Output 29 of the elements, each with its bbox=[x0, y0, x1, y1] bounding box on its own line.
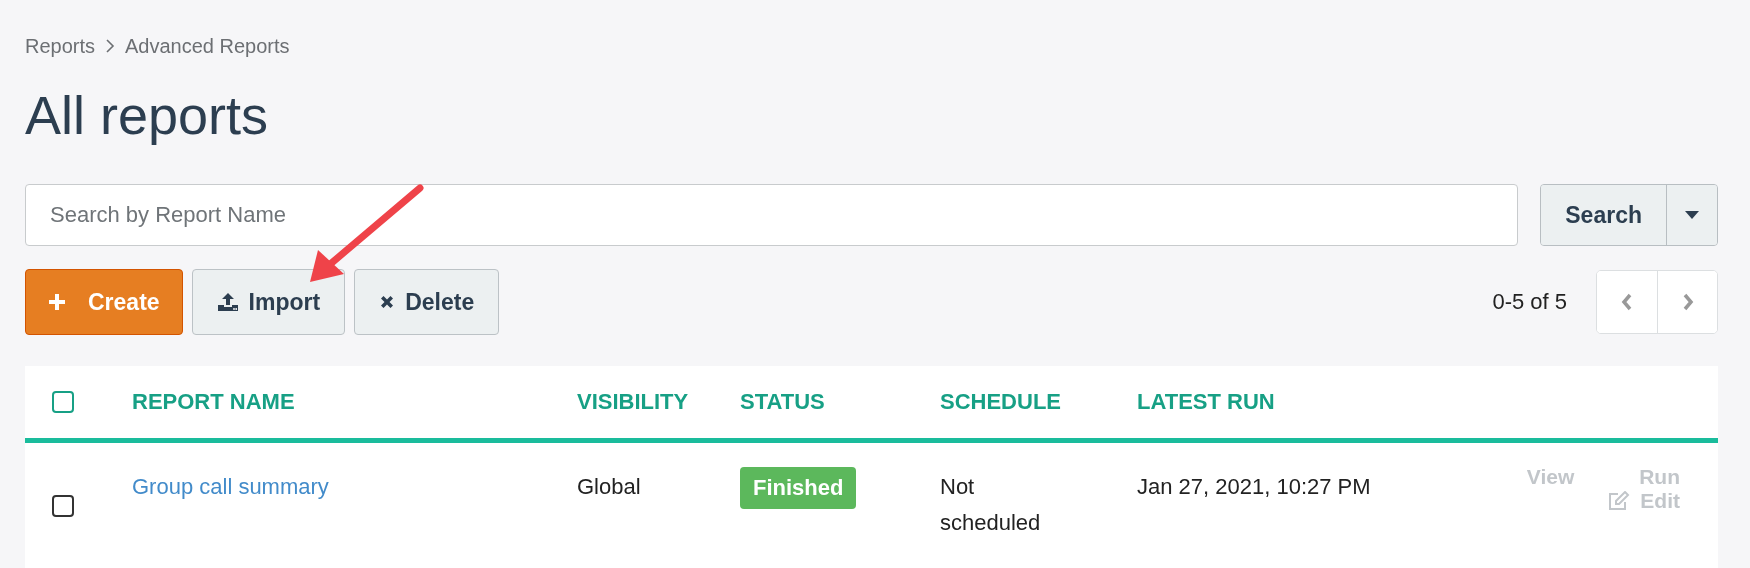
delete-button[interactable]: Delete bbox=[354, 269, 500, 335]
report-link[interactable]: Group call summary bbox=[132, 474, 329, 499]
pagination-range: 0-5 of 5 bbox=[1492, 289, 1567, 315]
visibility-text: Global bbox=[577, 473, 642, 501]
chevron-left-icon bbox=[1620, 293, 1634, 311]
chevron-right-icon bbox=[105, 39, 116, 53]
status-badge: Finished bbox=[740, 467, 857, 509]
plus-icon bbox=[48, 293, 66, 311]
close-icon bbox=[379, 294, 396, 310]
select-all-checkbox[interactable] bbox=[52, 391, 74, 413]
upload-icon bbox=[216, 292, 239, 312]
breadcrumb-link[interactable]: Advanced Reports bbox=[125, 34, 290, 58]
column-header: SCHEDULE bbox=[940, 389, 1062, 415]
search-field[interactable]: Search by Report Name bbox=[25, 184, 1519, 246]
breadcrumb-link[interactable]: Reports bbox=[25, 34, 96, 58]
column-header: VISIBILITY bbox=[577, 389, 690, 415]
caret-down-icon bbox=[1685, 211, 1699, 219]
create-button[interactable]: Create bbox=[25, 269, 183, 335]
dropdown-toggle[interactable] bbox=[1666, 185, 1717, 245]
column-header: REPORT NAME bbox=[132, 389, 296, 415]
column-header: LATEST RUN bbox=[1137, 389, 1276, 415]
latest-run-text: Jan 27, 2021, 10:27 PM bbox=[1137, 473, 1371, 501]
schedule-text: Not scheduled bbox=[940, 473, 1042, 537]
next-page-button[interactable] bbox=[1657, 271, 1717, 333]
pencil-icon bbox=[1608, 491, 1631, 511]
page-title: All reports bbox=[25, 84, 270, 147]
column-header: STATUS bbox=[740, 389, 826, 415]
import-button[interactable]: Import bbox=[191, 269, 346, 335]
row-checkbox[interactable] bbox=[52, 495, 74, 517]
